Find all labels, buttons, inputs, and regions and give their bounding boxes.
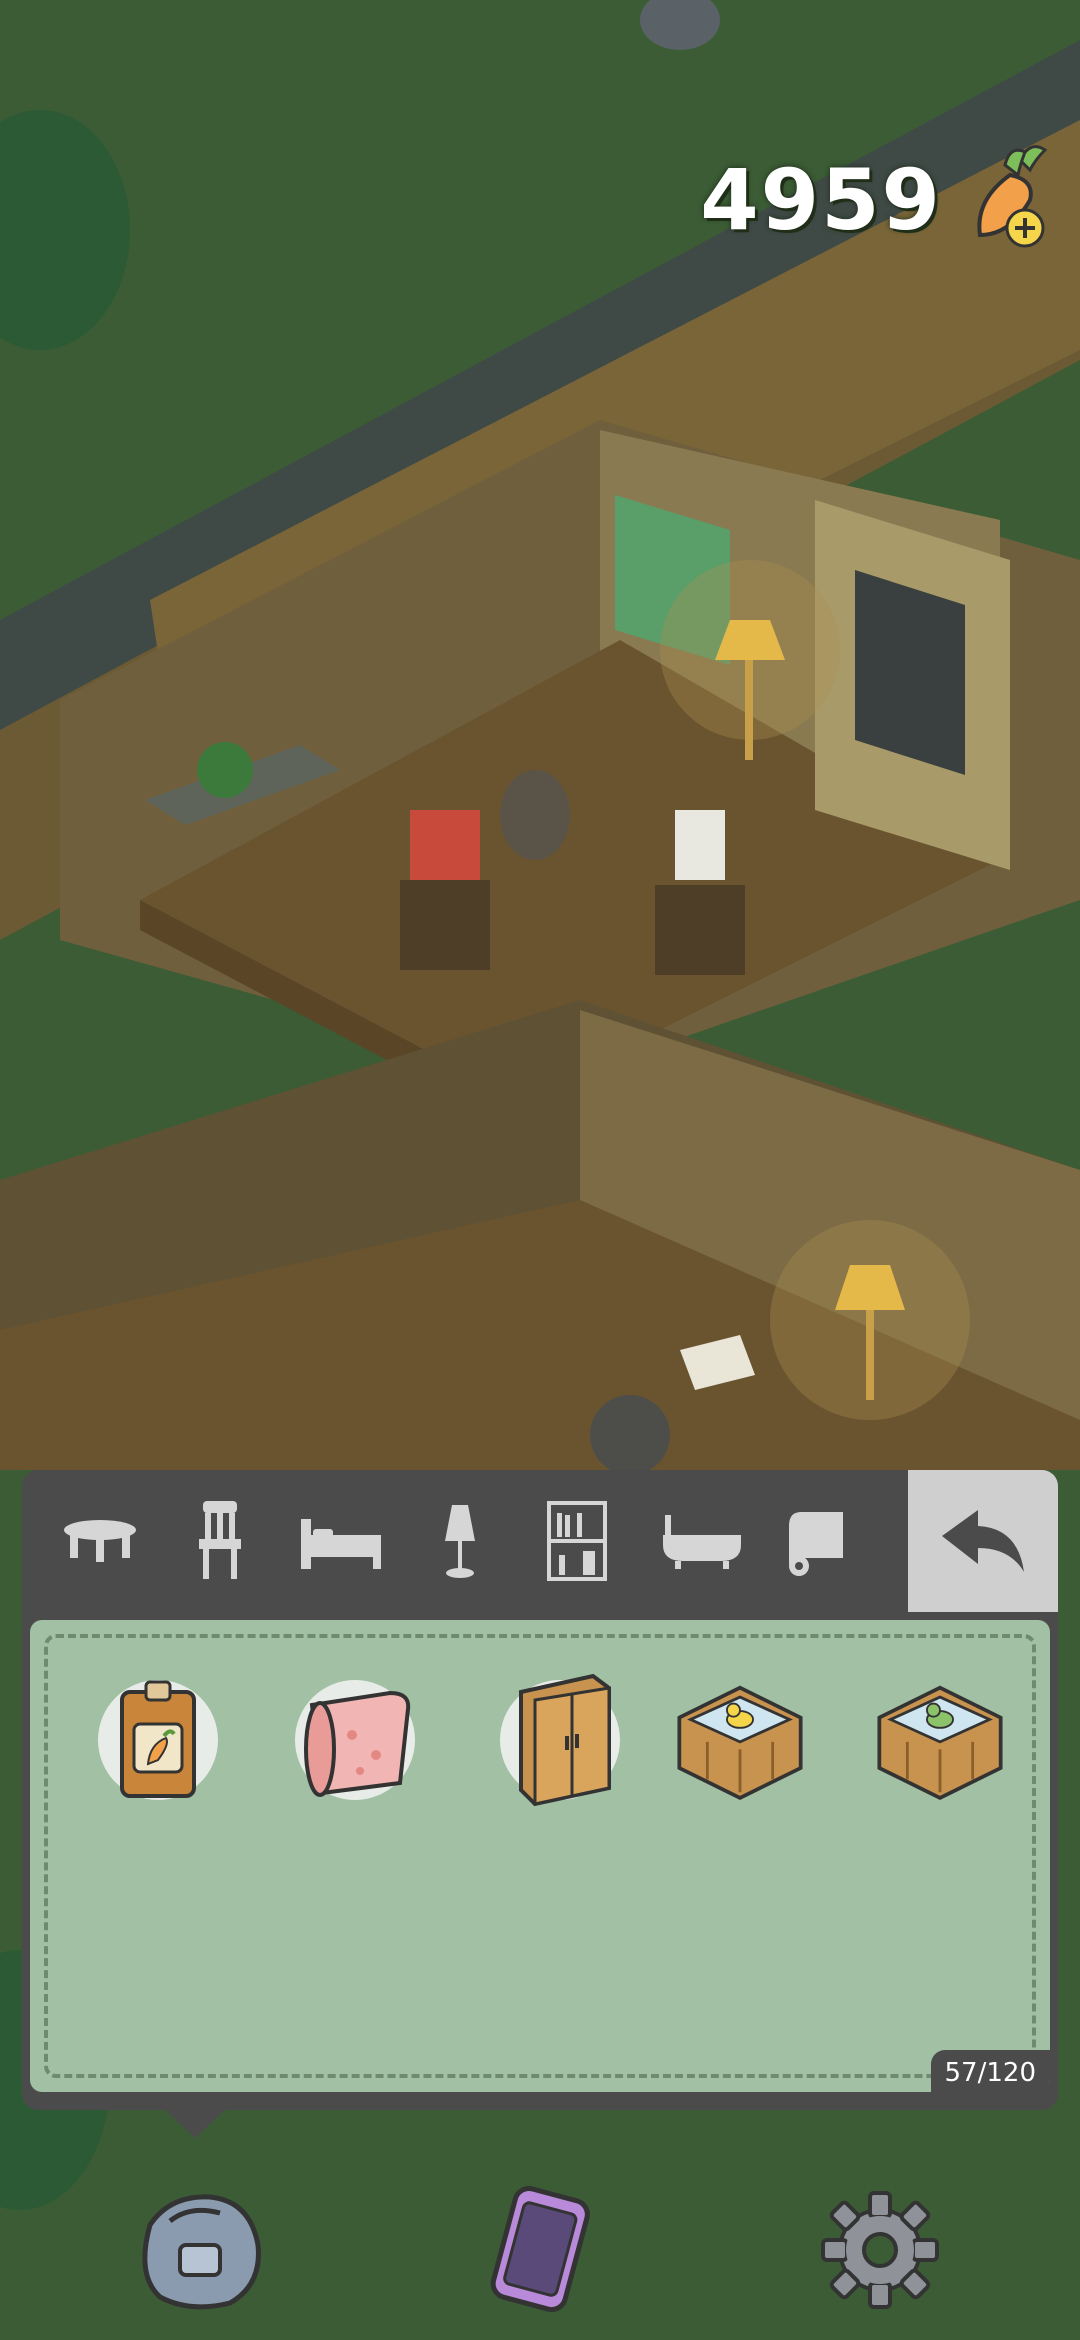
bathtub-tab[interactable] bbox=[652, 1470, 752, 1612]
furniture-panel: 57/120 bbox=[22, 1470, 1058, 2110]
shelf-icon bbox=[547, 1501, 607, 1581]
rug-roll-icon bbox=[304, 1690, 411, 1797]
gear-icon bbox=[821, 2191, 939, 2309]
inventory-item-pink-rug-roll[interactable] bbox=[285, 1670, 425, 1810]
duck-tub-icon bbox=[677, 1685, 803, 1800]
category-tabbar bbox=[22, 1470, 1058, 1612]
inventory-item-carrot-seed-packet[interactable] bbox=[88, 1670, 228, 1810]
inventory-grid: 57/120 bbox=[30, 1620, 1050, 2096]
inventory-item-duck-tub-yellow[interactable] bbox=[670, 1670, 810, 1810]
rug-icon bbox=[789, 1512, 843, 1576]
backpack-button[interactable] bbox=[130, 2180, 270, 2320]
wardrobe-icon bbox=[519, 1673, 611, 1807]
chair-tab[interactable] bbox=[170, 1470, 270, 1612]
table-tab[interactable] bbox=[50, 1470, 150, 1612]
backpack-icon bbox=[142, 2194, 261, 2310]
lamp-tab[interactable] bbox=[410, 1470, 510, 1612]
settings-button[interactable] bbox=[810, 2180, 950, 2320]
bed-icon bbox=[301, 1519, 381, 1569]
inventory-body: 57/120 bbox=[22, 1612, 1058, 2110]
bathtub-icon bbox=[663, 1515, 741, 1569]
seed-packet-icon bbox=[120, 1680, 196, 1798]
bed-tab[interactable] bbox=[292, 1470, 392, 1612]
chair-icon bbox=[199, 1501, 241, 1579]
rug-tab[interactable] bbox=[764, 1470, 864, 1612]
currency-display[interactable]: 4959 bbox=[700, 140, 1060, 260]
inventory-item-wooden-wardrobe[interactable] bbox=[490, 1670, 630, 1810]
lamp-icon bbox=[445, 1505, 475, 1578]
carrot-add-icon[interactable] bbox=[950, 140, 1060, 260]
inventory-count: 57/120 bbox=[930, 2050, 1050, 2096]
phone-icon bbox=[490, 2186, 590, 2313]
inventory-item-duck-tub-green[interactable] bbox=[870, 1670, 1010, 1810]
duck-tub-icon bbox=[877, 1685, 1003, 1800]
shelf-tab[interactable] bbox=[527, 1470, 627, 1612]
back-button[interactable] bbox=[908, 1470, 1058, 1612]
carrot-count: 4959 bbox=[700, 151, 942, 249]
phone-button[interactable] bbox=[470, 2180, 610, 2320]
back-arrow-icon bbox=[942, 1510, 1024, 1572]
table-icon bbox=[64, 1520, 136, 1562]
panel-pointer bbox=[165, 2110, 225, 2138]
